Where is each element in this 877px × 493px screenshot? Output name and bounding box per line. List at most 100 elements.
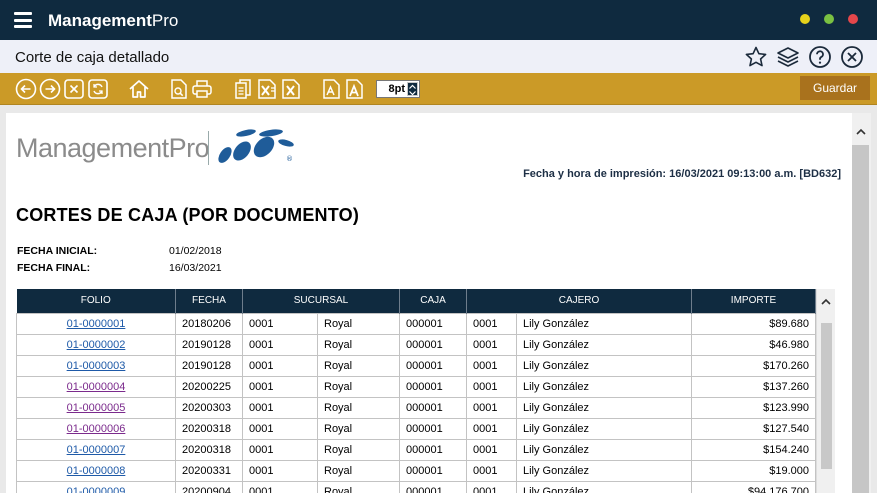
cajero-name-cell: Lily González: [516, 459, 692, 482]
help-icon[interactable]: [808, 45, 832, 69]
app-title-thin: Pro: [151, 11, 179, 30]
folio-cell[interactable]: 01-0000001: [16, 312, 176, 335]
importe-cell: $19.000: [691, 459, 816, 482]
cajero-name-cell: Lily González: [516, 333, 692, 356]
forward-icon[interactable]: [39, 78, 61, 100]
page-scrollbar[interactable]: [852, 113, 871, 493]
table-scroll-thumb[interactable]: [821, 323, 832, 469]
font-size-spin-button[interactable]: [407, 82, 418, 96]
caja-cell: 000001: [399, 312, 467, 335]
folio-link[interactable]: 01-0000002: [67, 339, 126, 351]
importe-cell: $127.540: [691, 417, 816, 440]
font-decrease-icon[interactable]: [320, 78, 342, 100]
fecha-cell: 20190128: [175, 333, 243, 356]
cajero-code-cell: 0001: [466, 438, 517, 461]
font-increase-icon[interactable]: [343, 78, 365, 100]
cajero-code-cell: 0001: [466, 333, 517, 356]
column-header-folio[interactable]: FOLIO: [16, 289, 176, 313]
minimize-dot[interactable]: [800, 14, 810, 24]
sucursal-code-cell: 0001: [242, 312, 318, 335]
folio-link[interactable]: 01-0000007: [67, 444, 126, 456]
close-icon[interactable]: [840, 45, 864, 69]
table-row: 01-0000006 20200318 0001 Royal 000001 0001 Lil…: [16, 417, 816, 440]
fecha-cell: 20200318: [175, 417, 243, 440]
hamburger-menu-icon[interactable]: [14, 12, 32, 28]
sucursal-code-cell: 0001: [242, 480, 318, 493]
caja-cell: 000001: [399, 333, 467, 356]
folio-cell[interactable]: 01-0000007: [16, 438, 176, 461]
cajero-code-cell: 0001: [466, 354, 517, 377]
column-header-fecha[interactable]: FECHA: [175, 289, 243, 313]
page-scroll-up-icon[interactable]: [855, 126, 867, 138]
cancel-icon[interactable]: [63, 78, 85, 100]
folio-link[interactable]: 01-0000004: [67, 381, 126, 393]
star-icon[interactable]: [744, 45, 768, 69]
table-scrollbar[interactable]: [816, 289, 835, 493]
cash-cuts-table: FOLIO FECHA SUCURSAL CAJA CAJERO IMPORTE…: [16, 289, 816, 493]
folio-cell[interactable]: 01-0000006: [16, 417, 176, 440]
copy-icon[interactable]: [232, 78, 254, 100]
folio-cell[interactable]: 01-0000005: [16, 396, 176, 419]
sucursal-name-cell: Royal: [317, 480, 400, 493]
column-header-importe[interactable]: IMPORTE: [691, 289, 816, 313]
folio-cell[interactable]: 01-0000008: [16, 459, 176, 482]
page-title: Corte de caja detallado: [15, 49, 170, 66]
importe-cell: $123.990: [691, 396, 816, 419]
print-icon[interactable]: [191, 78, 213, 100]
folio-link[interactable]: 01-0000006: [67, 423, 126, 435]
font-size-stepper[interactable]: 8pt: [376, 80, 420, 98]
importe-cell: $154.240: [691, 438, 816, 461]
sucursal-name-cell: Royal: [317, 417, 400, 440]
sucursal-code-cell: 0001: [242, 417, 318, 440]
cajero-name-cell: Lily González: [516, 312, 692, 335]
table-header-row: FOLIO FECHA SUCURSAL CAJA CAJERO IMPORTE: [16, 289, 816, 313]
column-header-sucursal[interactable]: SUCURSAL: [242, 289, 400, 313]
fecha-cell: 20200904: [175, 480, 243, 493]
excel-alt-icon[interactable]: [280, 78, 302, 100]
caja-cell: 000001: [399, 354, 467, 377]
caja-cell: 000001: [399, 417, 467, 440]
folio-cell[interactable]: 01-0000009: [16, 480, 176, 493]
folio-cell[interactable]: 01-0000003: [16, 354, 176, 377]
sucursal-code-cell: 0001: [242, 396, 318, 419]
column-header-caja[interactable]: CAJA: [399, 289, 467, 313]
sucursal-code-cell: 0001: [242, 375, 318, 398]
folio-link[interactable]: 01-0000008: [67, 465, 126, 477]
toolbar: 8pt Guardar: [0, 73, 877, 105]
close-window-dot[interactable]: [848, 14, 858, 24]
cajero-code-cell: 0001: [466, 480, 517, 493]
sucursal-name-cell: Royal: [317, 375, 400, 398]
folio-link[interactable]: 01-0000005: [67, 402, 126, 414]
table-scroll-up-icon[interactable]: [820, 296, 832, 308]
font-size-value: 8pt: [388, 83, 406, 95]
refresh-icon[interactable]: [87, 78, 109, 100]
zoom-document-icon[interactable]: [168, 78, 190, 100]
folio-cell[interactable]: 01-0000004: [16, 375, 176, 398]
folio-link[interactable]: 01-0000009: [67, 486, 126, 493]
folio-link[interactable]: 01-0000001: [67, 318, 126, 330]
page-header: Corte de caja detallado: [0, 40, 877, 73]
cajero-name-cell: Lily González: [516, 396, 692, 419]
folio-cell[interactable]: 01-0000002: [16, 333, 176, 356]
logo-text: ManagementPro: [16, 133, 210, 164]
fecha-cell: 20190128: [175, 354, 243, 377]
back-icon[interactable]: [15, 78, 37, 100]
maximize-dot[interactable]: [824, 14, 834, 24]
table-row: 01-0000007 20200318 0001 Royal 000001 0001 Lil…: [16, 438, 816, 461]
column-header-cajero[interactable]: CAJERO: [466, 289, 692, 313]
start-date-label: FECHA INICIAL:: [17, 245, 98, 257]
layers-icon[interactable]: [776, 45, 800, 69]
table-row: 01-0000001 20180206 0001 Royal 000001 0001 Lil…: [16, 312, 816, 335]
logo-text-thin: Pro: [168, 133, 210, 163]
excel-icon[interactable]: [256, 78, 278, 100]
cajero-code-cell: 0001: [466, 459, 517, 482]
folio-link[interactable]: 01-0000003: [67, 360, 126, 372]
importe-cell: $170.260: [691, 354, 816, 377]
save-button[interactable]: Guardar: [800, 76, 870, 100]
cajero-code-cell: 0001: [466, 396, 517, 419]
home-icon[interactable]: [128, 78, 150, 100]
page-scroll-thumb[interactable]: [852, 145, 869, 493]
caja-cell: 000001: [399, 438, 467, 461]
caja-cell: 000001: [399, 459, 467, 482]
svg-text:®: ®: [286, 155, 293, 163]
